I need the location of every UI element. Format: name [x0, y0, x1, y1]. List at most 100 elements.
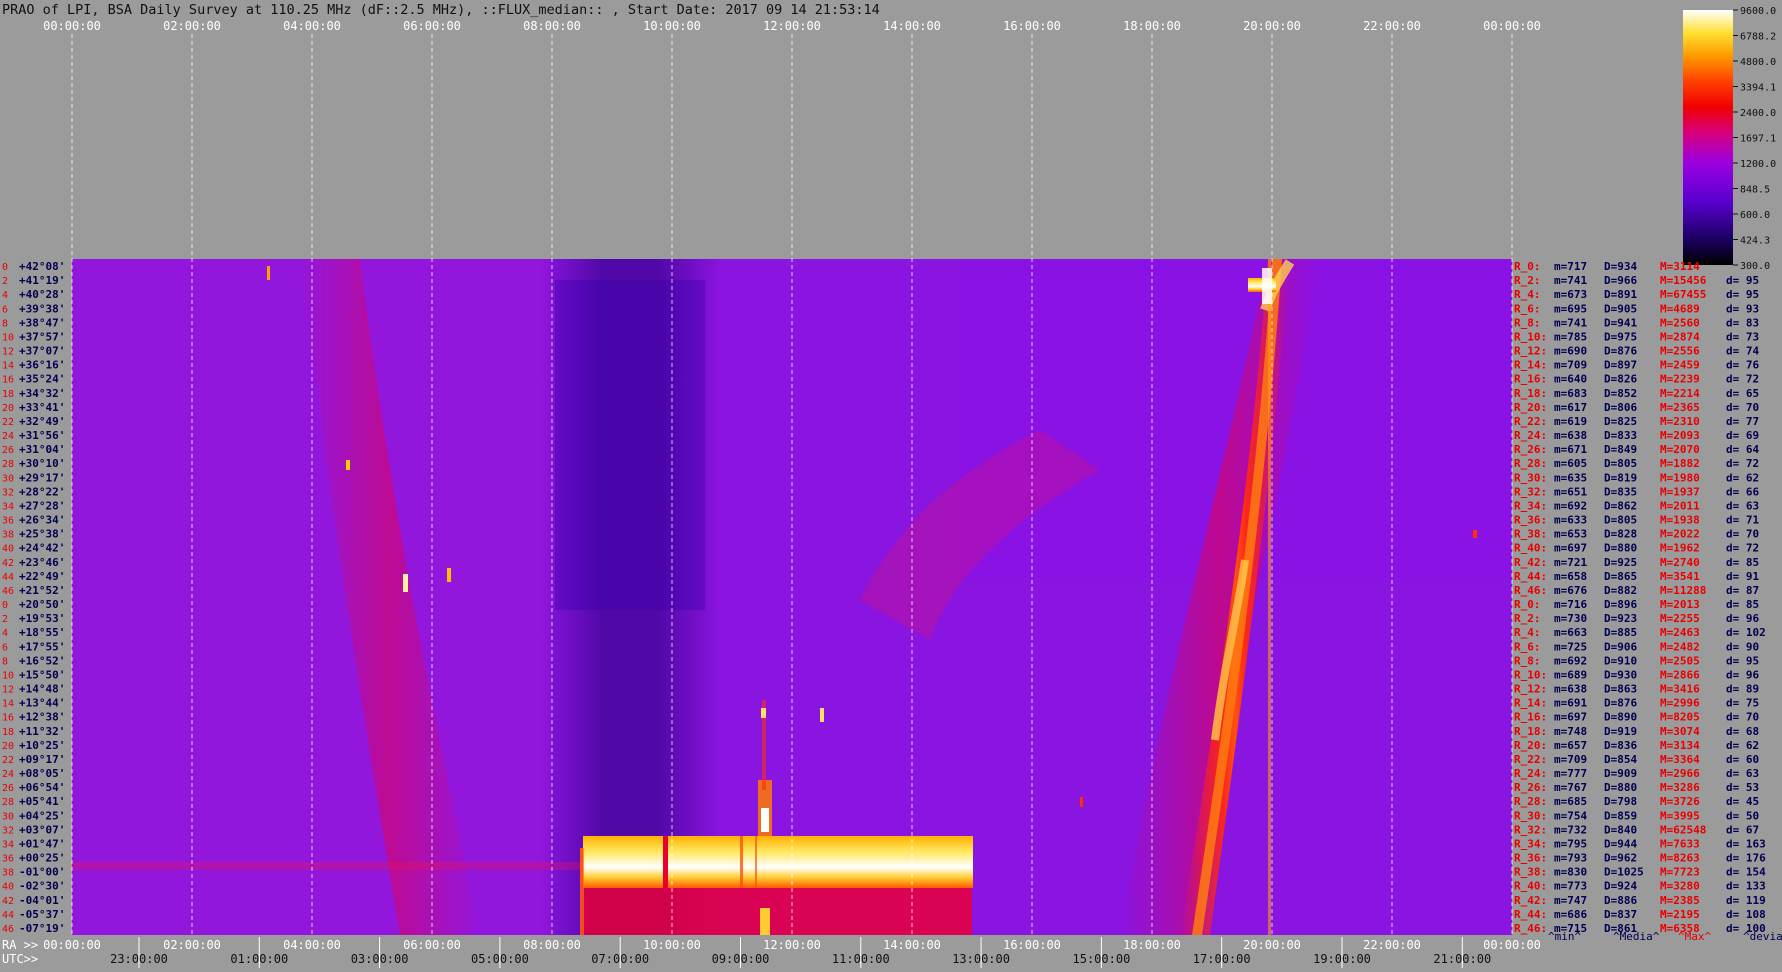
row-stats: R_0: m=717 D=934 M=3114 R_2: m=741 D=966 M=1545… — [1514, 260, 1766, 935]
row-index-label: 16 — [2, 375, 14, 386]
row-stat-min: m=754 — [1554, 809, 1587, 822]
row-stat-max: M=2385 — [1660, 894, 1700, 907]
row-index-label: 8 — [2, 318, 8, 329]
declination-label: +13°44' — [19, 697, 65, 710]
stats-legend-label: ^devia^ — [1743, 930, 1782, 943]
row-stat-median: D=885 — [1604, 626, 1637, 639]
utc-tick-label: 15:00:00 — [1073, 952, 1131, 966]
ra-tick-label: 10:00:00 — [643, 938, 701, 952]
row-stat-id: R_30: — [1514, 471, 1547, 484]
row-stat-devia: d= 67 — [1726, 823, 1759, 836]
row-stat-max: M=3134 — [1660, 739, 1700, 752]
row-stat-min: m=638 — [1554, 429, 1587, 442]
row-stat-id: R_38: — [1514, 528, 1547, 541]
row-stat-min: m=683 — [1554, 387, 1587, 400]
row-stat-devia: d= 75 — [1726, 697, 1759, 710]
ra-tick-label: 00:00:00 — [1483, 938, 1541, 952]
row-stat-devia: d= 95 — [1726, 654, 1759, 667]
row-stat-devia: d= 176 — [1726, 852, 1766, 865]
row-stat-id: R_16: — [1514, 711, 1547, 724]
row-stat-devia: d= 163 — [1726, 837, 1766, 850]
row-stat-median: D=886 — [1604, 894, 1637, 907]
utc-tick-label: 19:00:00 — [1313, 952, 1371, 966]
declination-label: +27°28' — [19, 499, 65, 512]
declination-label: +08°05' — [19, 767, 65, 780]
row-stat-median: D=906 — [1604, 640, 1637, 653]
row-index-label: 18 — [2, 727, 14, 738]
row-stat-min: m=697 — [1554, 542, 1587, 555]
declination-label: +15°50' — [19, 668, 65, 681]
utc-tick-label: 07:00:00 — [591, 952, 649, 966]
row-stat-id: R_32: — [1514, 823, 1547, 836]
row-stat-median: D=859 — [1604, 809, 1637, 822]
row-stat-min: m=686 — [1554, 908, 1587, 921]
row-stat-min: m=730 — [1554, 612, 1587, 625]
row-stat-max: M=2874 — [1660, 330, 1700, 343]
declination-label: -02°30' — [19, 880, 65, 893]
row-index-label: 26 — [2, 783, 14, 794]
row-stat-median: D=819 — [1604, 471, 1637, 484]
row-stat-id: R_22: — [1514, 753, 1547, 766]
row-stat-min: m=795 — [1554, 837, 1587, 850]
row-stat-min: m=741 — [1554, 274, 1587, 287]
declination-label: +12°38' — [19, 711, 65, 724]
row-stat-max: M=2740 — [1660, 556, 1700, 569]
row-stat-median: D=833 — [1604, 429, 1637, 442]
top-tick-label: 00:00:00 — [43, 19, 101, 33]
row-stat-devia: d= 50 — [1726, 809, 1759, 822]
row-stat-id: R_0: — [1514, 598, 1541, 611]
row-stat-median: D=849 — [1604, 443, 1637, 456]
top-tick-label: 22:00:00 — [1363, 19, 1421, 33]
declination-label: +35°24' — [19, 373, 65, 386]
row-stat-devia: d= 108 — [1726, 908, 1766, 921]
row-stat-median: D=876 — [1604, 345, 1637, 358]
declination-label: +04°25' — [19, 809, 65, 822]
row-index-label: 34 — [2, 501, 14, 512]
row-stat-max: M=2866 — [1660, 668, 1700, 681]
row-stat-min: m=709 — [1554, 359, 1587, 372]
row-stat-devia: d= 64 — [1726, 443, 1759, 456]
row-index-label: 26 — [2, 445, 14, 456]
row-stat-devia: d= 62 — [1726, 471, 1759, 484]
row-stat-median: D=854 — [1604, 753, 1637, 766]
declination-label: +24°42' — [19, 542, 65, 555]
row-stat-min: m=619 — [1554, 415, 1587, 428]
row-index-label: 38 — [2, 530, 14, 541]
declination-label: +19°53' — [19, 612, 65, 625]
declination-label: +32°49' — [19, 415, 65, 428]
declination-label: +05°41' — [19, 795, 65, 808]
row-stat-id: R_36: — [1514, 852, 1547, 865]
row-stat-id: R_2: — [1514, 274, 1541, 287]
row-stat-max: M=3280 — [1660, 880, 1700, 893]
row-stat-median: D=896 — [1604, 598, 1637, 611]
row-index-label: 16 — [2, 713, 14, 724]
row-stat-min: m=695 — [1554, 302, 1587, 315]
utc-tick-label: 11:00:00 — [832, 952, 890, 966]
row-stat-id: R_24: — [1514, 429, 1547, 442]
row-stat-median: D=863 — [1604, 683, 1637, 696]
declination-label: +21°52' — [19, 584, 65, 597]
declination-label: +34°32' — [19, 387, 65, 400]
colorbar-tick-label: 9600.0 — [1740, 6, 1776, 17]
row-index-label: 40 — [2, 544, 14, 555]
row-stat-median: D=828 — [1604, 528, 1637, 541]
row-stat-max: M=3726 — [1660, 795, 1700, 808]
declination-label: -07°19' — [19, 922, 65, 935]
row-index-label: 30 — [2, 473, 14, 484]
row-stat-median: D=934 — [1604, 260, 1637, 273]
stats-legend-label: ^Media^ — [1613, 930, 1660, 943]
row-index-label: 22 — [2, 417, 14, 428]
row-stat-id: R_10: — [1514, 330, 1547, 343]
row-stat-median: D=805 — [1604, 457, 1637, 470]
row-stat-max: M=2214 — [1660, 387, 1700, 400]
row-stat-min: m=773 — [1554, 880, 1587, 893]
row-stat-id: R_40: — [1514, 542, 1547, 555]
colorbar-tick-label: 2400.0 — [1740, 108, 1776, 119]
row-stat-median: D=876 — [1604, 697, 1637, 710]
row-stat-max: M=3416 — [1660, 683, 1700, 696]
row-stat-min: m=657 — [1554, 739, 1587, 752]
row-stat-max: M=2482 — [1660, 640, 1700, 653]
row-stat-max: M=62548 — [1660, 823, 1706, 836]
row-index-label: 44 — [2, 572, 14, 583]
declination-label: +01°47' — [19, 837, 65, 850]
